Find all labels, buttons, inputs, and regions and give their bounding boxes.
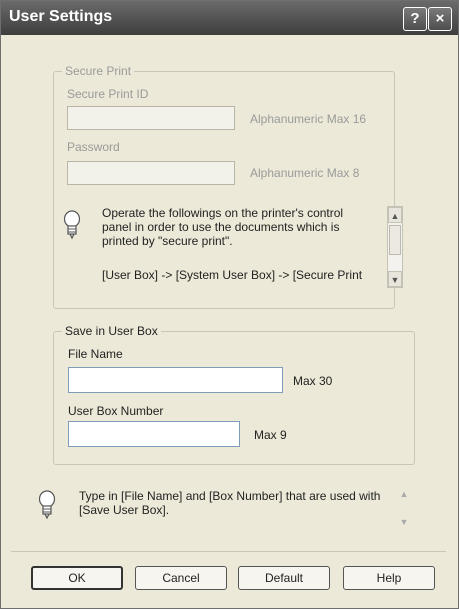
cancel-button[interactable]: Cancel [135,566,227,590]
help-button[interactable]: Help [343,566,435,590]
secure-print-group: Secure Print Secure Print ID Alphanumeri… [53,64,403,309]
default-button[interactable]: Default [238,566,330,590]
info-scrollbar[interactable]: ▲ ▼ [387,206,403,288]
secure-print-id-label: Secure Print ID [67,87,149,101]
file-name-input[interactable] [68,367,283,393]
password-label: Password [67,140,120,154]
lightbulb-icon [63,210,81,240]
secure-print-legend: Secure Print [62,64,135,78]
save-user-box-legend: Save in User Box [62,324,161,338]
scroll-up-icon[interactable]: ▲ [397,486,411,502]
lightbulb-icon [38,490,56,520]
save-user-box-group: Save in User Box File Name Max 30 User B… [53,324,415,465]
password-hint: Alphanumeric Max 8 [250,166,360,180]
user-box-number-hint: Max 9 [254,428,287,442]
secure-print-path-text: [User Box] -> [System User Box] -> [Secu… [102,268,363,282]
scroll-thumb[interactable] [389,225,401,255]
scroll-down-icon[interactable]: ▼ [397,514,411,530]
scroll-down-icon[interactable]: ▼ [388,271,402,287]
password-input [67,161,235,185]
title-bar: User Settings ? × [1,1,458,35]
secure-print-id-hint: Alphanumeric Max 16 [250,112,367,126]
file-name-hint: Max 30 [293,374,333,388]
secure-print-id-input [67,106,235,130]
user-settings-dialog: User Settings ? × Secure Print Secure Pr… [0,0,459,609]
close-button[interactable]: × [428,7,452,31]
user-box-number-input[interactable] [68,421,240,447]
ok-button[interactable]: OK [31,566,123,590]
bottom-info-text: Type in [File Name] and [Box Number] tha… [79,489,381,517]
dialog-title: User Settings [9,8,113,25]
file-name-label: File Name [68,347,123,361]
user-box-number-label: User Box Number [68,404,164,418]
scroll-up-icon[interactable]: ▲ [388,207,402,223]
bottom-info-scrollbar[interactable]: ▲ ▼ [397,486,413,530]
button-divider [11,551,446,552]
help-question-button[interactable]: ? [403,7,427,31]
secure-print-info-text: Operate the followings on the printer's … [102,206,344,248]
